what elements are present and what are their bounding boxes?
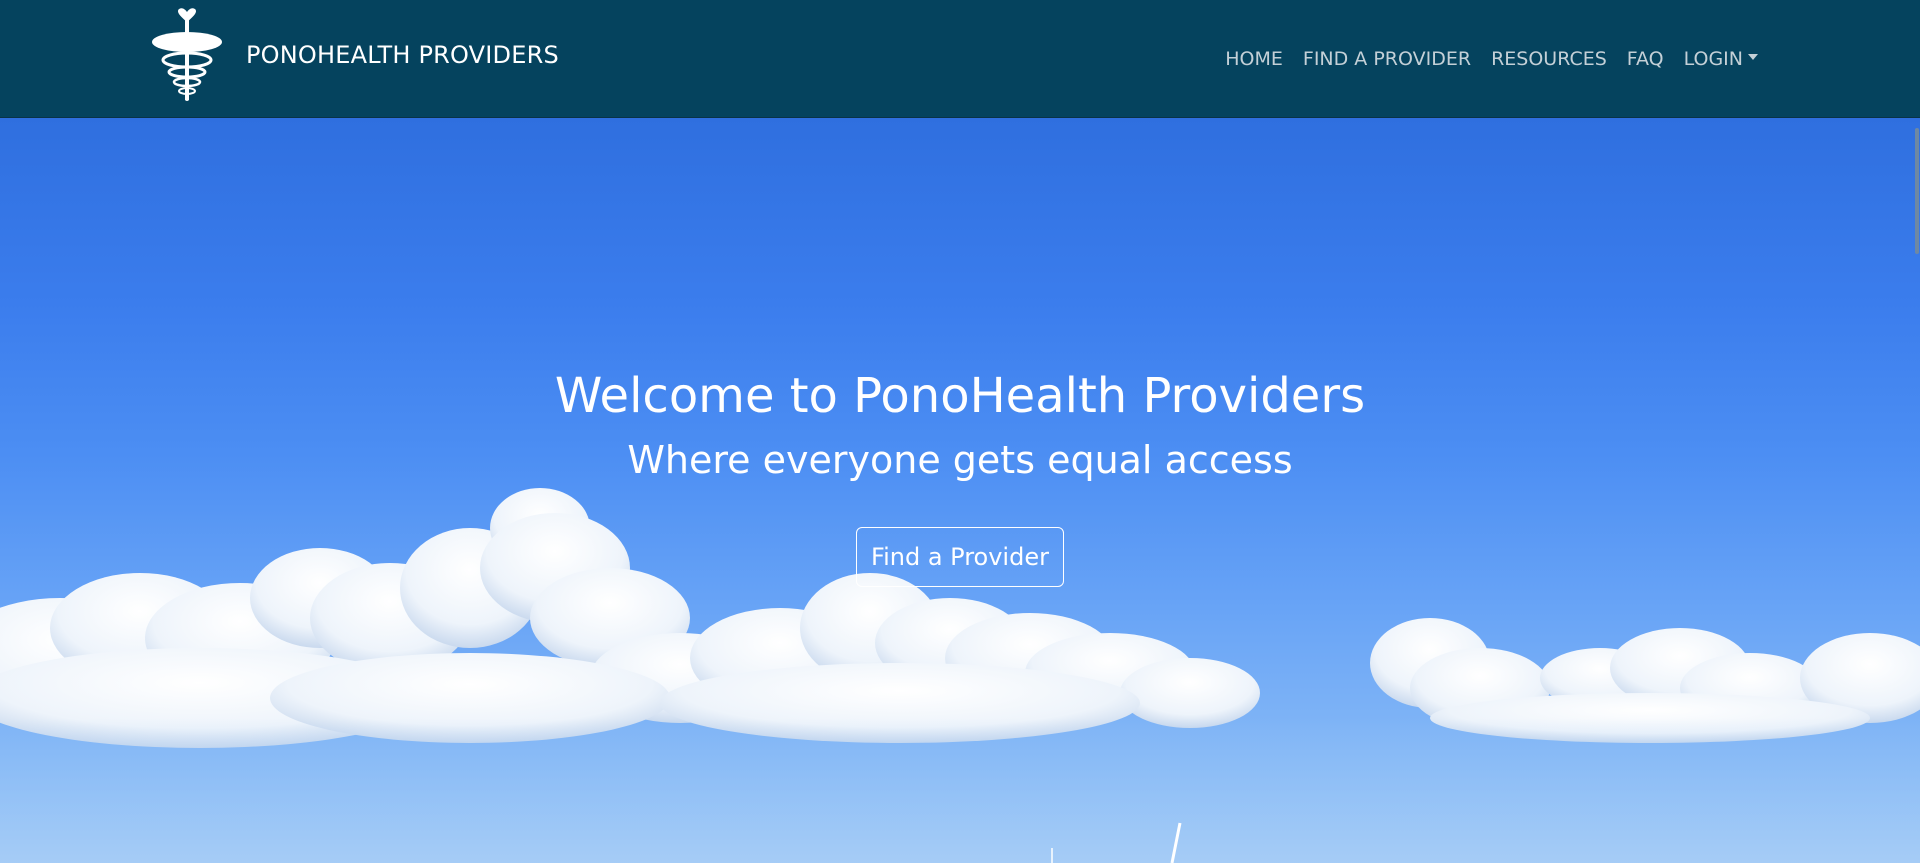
scrollbar-thumb[interactable] <box>1915 128 1919 254</box>
page-scrollbar[interactable] <box>1914 118 1920 863</box>
sky-clouds-background <box>0 488 1920 863</box>
nav-faq[interactable]: FAQ <box>1627 48 1664 70</box>
nav-login-dropdown[interactable]: LOGIN <box>1684 48 1758 70</box>
caduceus-heart-icon <box>152 8 222 101</box>
hero-subtitle: Where everyone gets equal access <box>627 438 1293 482</box>
nav-login-label: LOGIN <box>1683 48 1743 70</box>
hero-title: Welcome to PonoHealth Providers <box>554 368 1366 424</box>
caret-down-icon <box>1748 54 1758 60</box>
nav-resources[interactable]: RESOURCES <box>1491 48 1607 70</box>
find-a-provider-button[interactable]: Find a Provider <box>856 527 1064 587</box>
brand-link[interactable]: PONOHEALTH PROVIDERS <box>150 8 559 102</box>
main-nav: HOME FIND A PROVIDER RESOURCES FAQ LOGIN <box>1225 0 1758 118</box>
nav-find-a-provider[interactable]: FIND A PROVIDER <box>1303 48 1471 70</box>
top-navbar: PONOHEALTH PROVIDERS HOME FIND A PROVIDE… <box>0 0 1920 118</box>
hero-section: Welcome to PonoHealth Providers Where ev… <box>0 118 1920 863</box>
nav-home[interactable]: HOME <box>1225 48 1283 70</box>
brand-name: PONOHEALTH PROVIDERS <box>246 41 559 69</box>
